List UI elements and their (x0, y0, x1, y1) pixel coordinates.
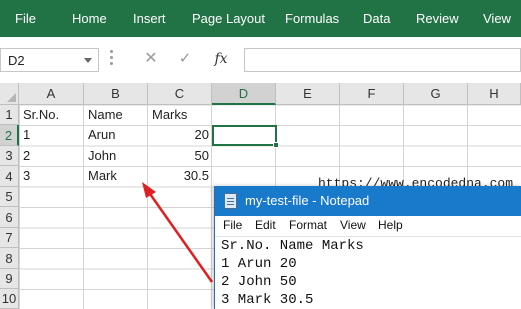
column-header-f[interactable]: F (340, 83, 404, 105)
menu-edit[interactable]: Edit (255, 218, 276, 232)
cell-c4[interactable]: 30.5 (148, 166, 209, 186)
menu-help-label: Help (378, 218, 403, 232)
menu-edit-label: Edit (255, 218, 276, 232)
name-box-value: D2 (8, 53, 25, 68)
selected-cell-d2[interactable] (212, 125, 279, 148)
menu-file-label: File (223, 218, 243, 232)
notepad-window: my-test-file - Notepad File Edit Format … (214, 186, 521, 309)
name-box[interactable]: D2 (0, 48, 99, 72)
notepad-line: 2 John 50 (221, 274, 297, 290)
row-header-2[interactable]: 2 (0, 125, 19, 146)
cell-a2[interactable]: 1 (23, 125, 30, 145)
cell-b4[interactable]: Mark (88, 166, 117, 186)
tab-page-layout[interactable]: Page Layout (192, 0, 265, 37)
menu-view-label: View (340, 218, 366, 232)
notepad-icon (224, 193, 237, 209)
cell-c2[interactable]: 20 (148, 125, 209, 145)
menu-help[interactable]: Help (378, 218, 403, 232)
cell-b1[interactable]: Name (88, 105, 123, 125)
row-header-7[interactable]: 7 (0, 228, 19, 248)
notepad-text-area[interactable]: Sr.No. Name Marks 1 Arun 20 2 John 50 3 … (215, 236, 521, 309)
notepad-line: Sr.No. Name Marks (221, 238, 364, 254)
cancel-icon[interactable]: ✕ (143, 50, 159, 68)
formula-input[interactable] (244, 48, 521, 72)
menu-format[interactable]: Format (289, 218, 327, 232)
column-header-d[interactable]: D (212, 83, 276, 105)
row-header-4[interactable]: 4 (0, 166, 19, 187)
cell-c3[interactable]: 50 (148, 146, 209, 166)
notepad-titlebar[interactable]: my-test-file - Notepad (215, 186, 521, 216)
ribbon: File Home Insert Page Layout Formulas Da… (0, 0, 521, 37)
formula-buttons: ✕ ✓ fx (126, 48, 243, 72)
cell-a1[interactable]: Sr.No. (23, 105, 59, 125)
notepad-line: 3 Mark 30.5 (221, 292, 314, 308)
menu-file[interactable]: File (223, 218, 242, 232)
row-header-3[interactable]: 3 (0, 146, 19, 166)
row-header-9[interactable]: 9 (0, 269, 19, 289)
insert-function-icon[interactable]: fx (210, 49, 232, 69)
row-header-10[interactable]: 10 (0, 289, 19, 309)
column-header-b[interactable]: B (84, 83, 148, 105)
fill-handle[interactable] (273, 142, 279, 148)
tab-formulas[interactable]: Formulas (285, 0, 339, 37)
menu-format-label: Format (289, 218, 328, 232)
cell-b2[interactable]: Arun (88, 125, 115, 145)
chevron-down-icon[interactable] (84, 58, 92, 63)
column-header-e[interactable]: E (276, 83, 340, 105)
notepad-title: my-test-file - Notepad (245, 193, 370, 208)
tab-review[interactable]: Review (416, 0, 459, 37)
notepad-menubar: File Edit Format View Help (215, 216, 521, 236)
tab-data[interactable]: Data (363, 0, 390, 37)
row-header-8[interactable]: 8 (0, 248, 19, 269)
column-header-c[interactable]: C (148, 83, 212, 105)
row-header-6[interactable]: 6 (0, 207, 19, 228)
resize-handle-icon[interactable] (110, 50, 114, 68)
tab-view[interactable]: View (483, 0, 511, 37)
column-header-a[interactable]: A (19, 83, 84, 105)
formula-bar: D2 ✕ ✓ fx (0, 37, 521, 83)
cell-a4[interactable]: 3 (23, 166, 30, 186)
select-all-button[interactable] (0, 83, 19, 105)
tab-insert[interactable]: Insert (133, 0, 166, 37)
cell-b3[interactable]: John (88, 146, 116, 166)
tab-file[interactable]: File (15, 0, 36, 37)
tab-home[interactable]: Home (72, 0, 107, 37)
menu-view[interactable]: View (340, 218, 366, 232)
enter-icon[interactable]: ✓ (177, 50, 193, 68)
column-header-g[interactable]: G (404, 83, 468, 105)
column-header-h[interactable]: H (468, 83, 521, 105)
cell-c1[interactable]: Marks (152, 105, 187, 125)
row-header-1[interactable]: 1 (0, 105, 19, 125)
notepad-line: 1 Arun 20 (221, 256, 297, 272)
cell-a3[interactable]: 2 (23, 146, 30, 166)
row-header-5[interactable]: 5 (0, 187, 19, 207)
